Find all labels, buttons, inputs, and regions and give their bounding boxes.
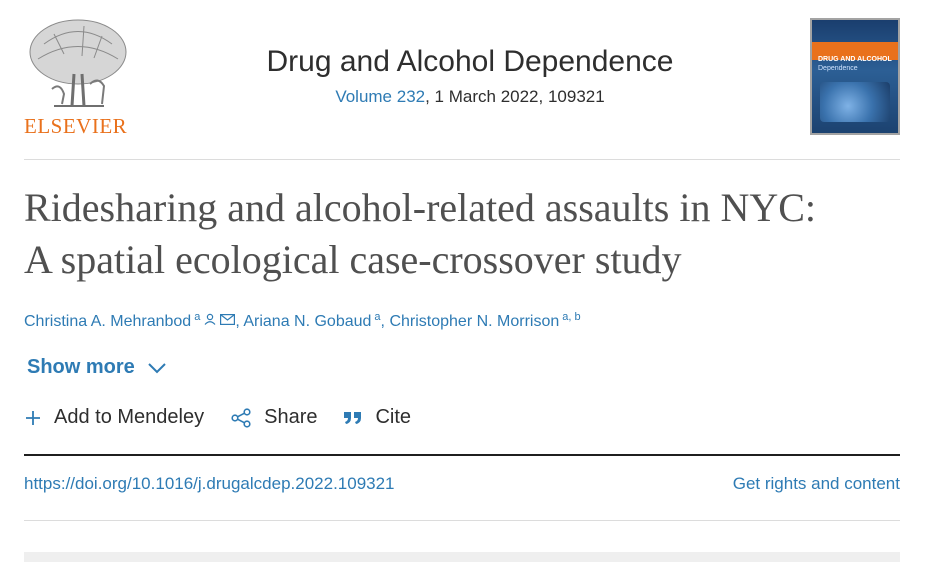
author-affiliation[interactable]: a, b <box>562 311 580 323</box>
envelope-icon[interactable] <box>220 314 236 325</box>
article-title-line-2: A spatial ecological case-crossover stud… <box>24 237 682 282</box>
cite-button[interactable]: Cite <box>343 406 411 429</box>
cite-label: Cite <box>375 406 412 428</box>
journal-info: Drug and Alcohol Dependence Volume 232, … <box>200 45 740 107</box>
journal-meta: Volume 232, 1 March 2022, 109321 <box>200 87 740 107</box>
rights-link[interactable]: Get rights and content <box>733 474 900 494</box>
cover-title: DRUG AND ALCOHOL <box>818 56 892 63</box>
share-icon <box>231 407 251 428</box>
issue-info: , 1 March 2022, 109321 <box>425 87 605 106</box>
share-button[interactable]: Share <box>230 406 317 429</box>
add-to-mendeley-button[interactable]: Add to Mendeley <box>24 406 204 429</box>
volume-link[interactable]: Volume 232 <box>335 87 425 106</box>
doi-link[interactable]: https://doi.org/10.1016/j.drugalcdep.202… <box>24 474 395 494</box>
show-more-label: Show more <box>27 356 135 378</box>
content-strip <box>24 552 900 562</box>
author-list: Christina A. Mehranbod a, Ariana N. Gobau… <box>24 311 581 331</box>
cover-subtitle: Dependence <box>818 65 858 72</box>
elsevier-tree-logo-icon <box>29 19 127 107</box>
article-title-line-1: Ridesharing and alcohol-related assaults… <box>24 185 817 230</box>
share-label: Share <box>264 406 318 428</box>
article-header: ELSEVIER Drug and Alcohol Dependence Vol… <box>0 0 930 160</box>
author-separator: , <box>235 313 240 330</box>
article-actions: Add to Mendeley Share Cite <box>24 406 437 429</box>
plus-icon <box>26 410 40 425</box>
author-name[interactable]: Christina A. Mehranbod <box>24 313 191 330</box>
add-to-mendeley-label: Add to Mendeley <box>54 406 205 428</box>
show-more-button[interactable]: Show more <box>27 356 167 379</box>
author-separator: , <box>380 313 385 330</box>
author-affiliation[interactable]: a <box>194 311 200 323</box>
bottom-divider <box>24 520 900 521</box>
journal-title[interactable]: Drug and Alcohol Dependence <box>200 45 740 79</box>
chevron-down-icon <box>148 362 166 373</box>
author-name[interactable]: Ariana N. Gobaud <box>243 313 371 330</box>
quote-icon <box>344 411 362 424</box>
cover-photo <box>820 82 890 122</box>
doi-divider <box>24 454 900 456</box>
elsevier-logo[interactable]: ELSEVIER <box>24 14 134 138</box>
publisher-name: ELSEVIER <box>24 114 128 138</box>
journal-cover-image[interactable]: DRUG AND ALCOHOL Dependence <box>810 18 900 135</box>
article-title: Ridesharing and alcohol-related assaults… <box>24 182 904 286</box>
header-divider <box>24 159 900 160</box>
person-icon[interactable] <box>203 313 217 325</box>
author-name[interactable]: Christopher N. Morrison <box>389 313 559 330</box>
